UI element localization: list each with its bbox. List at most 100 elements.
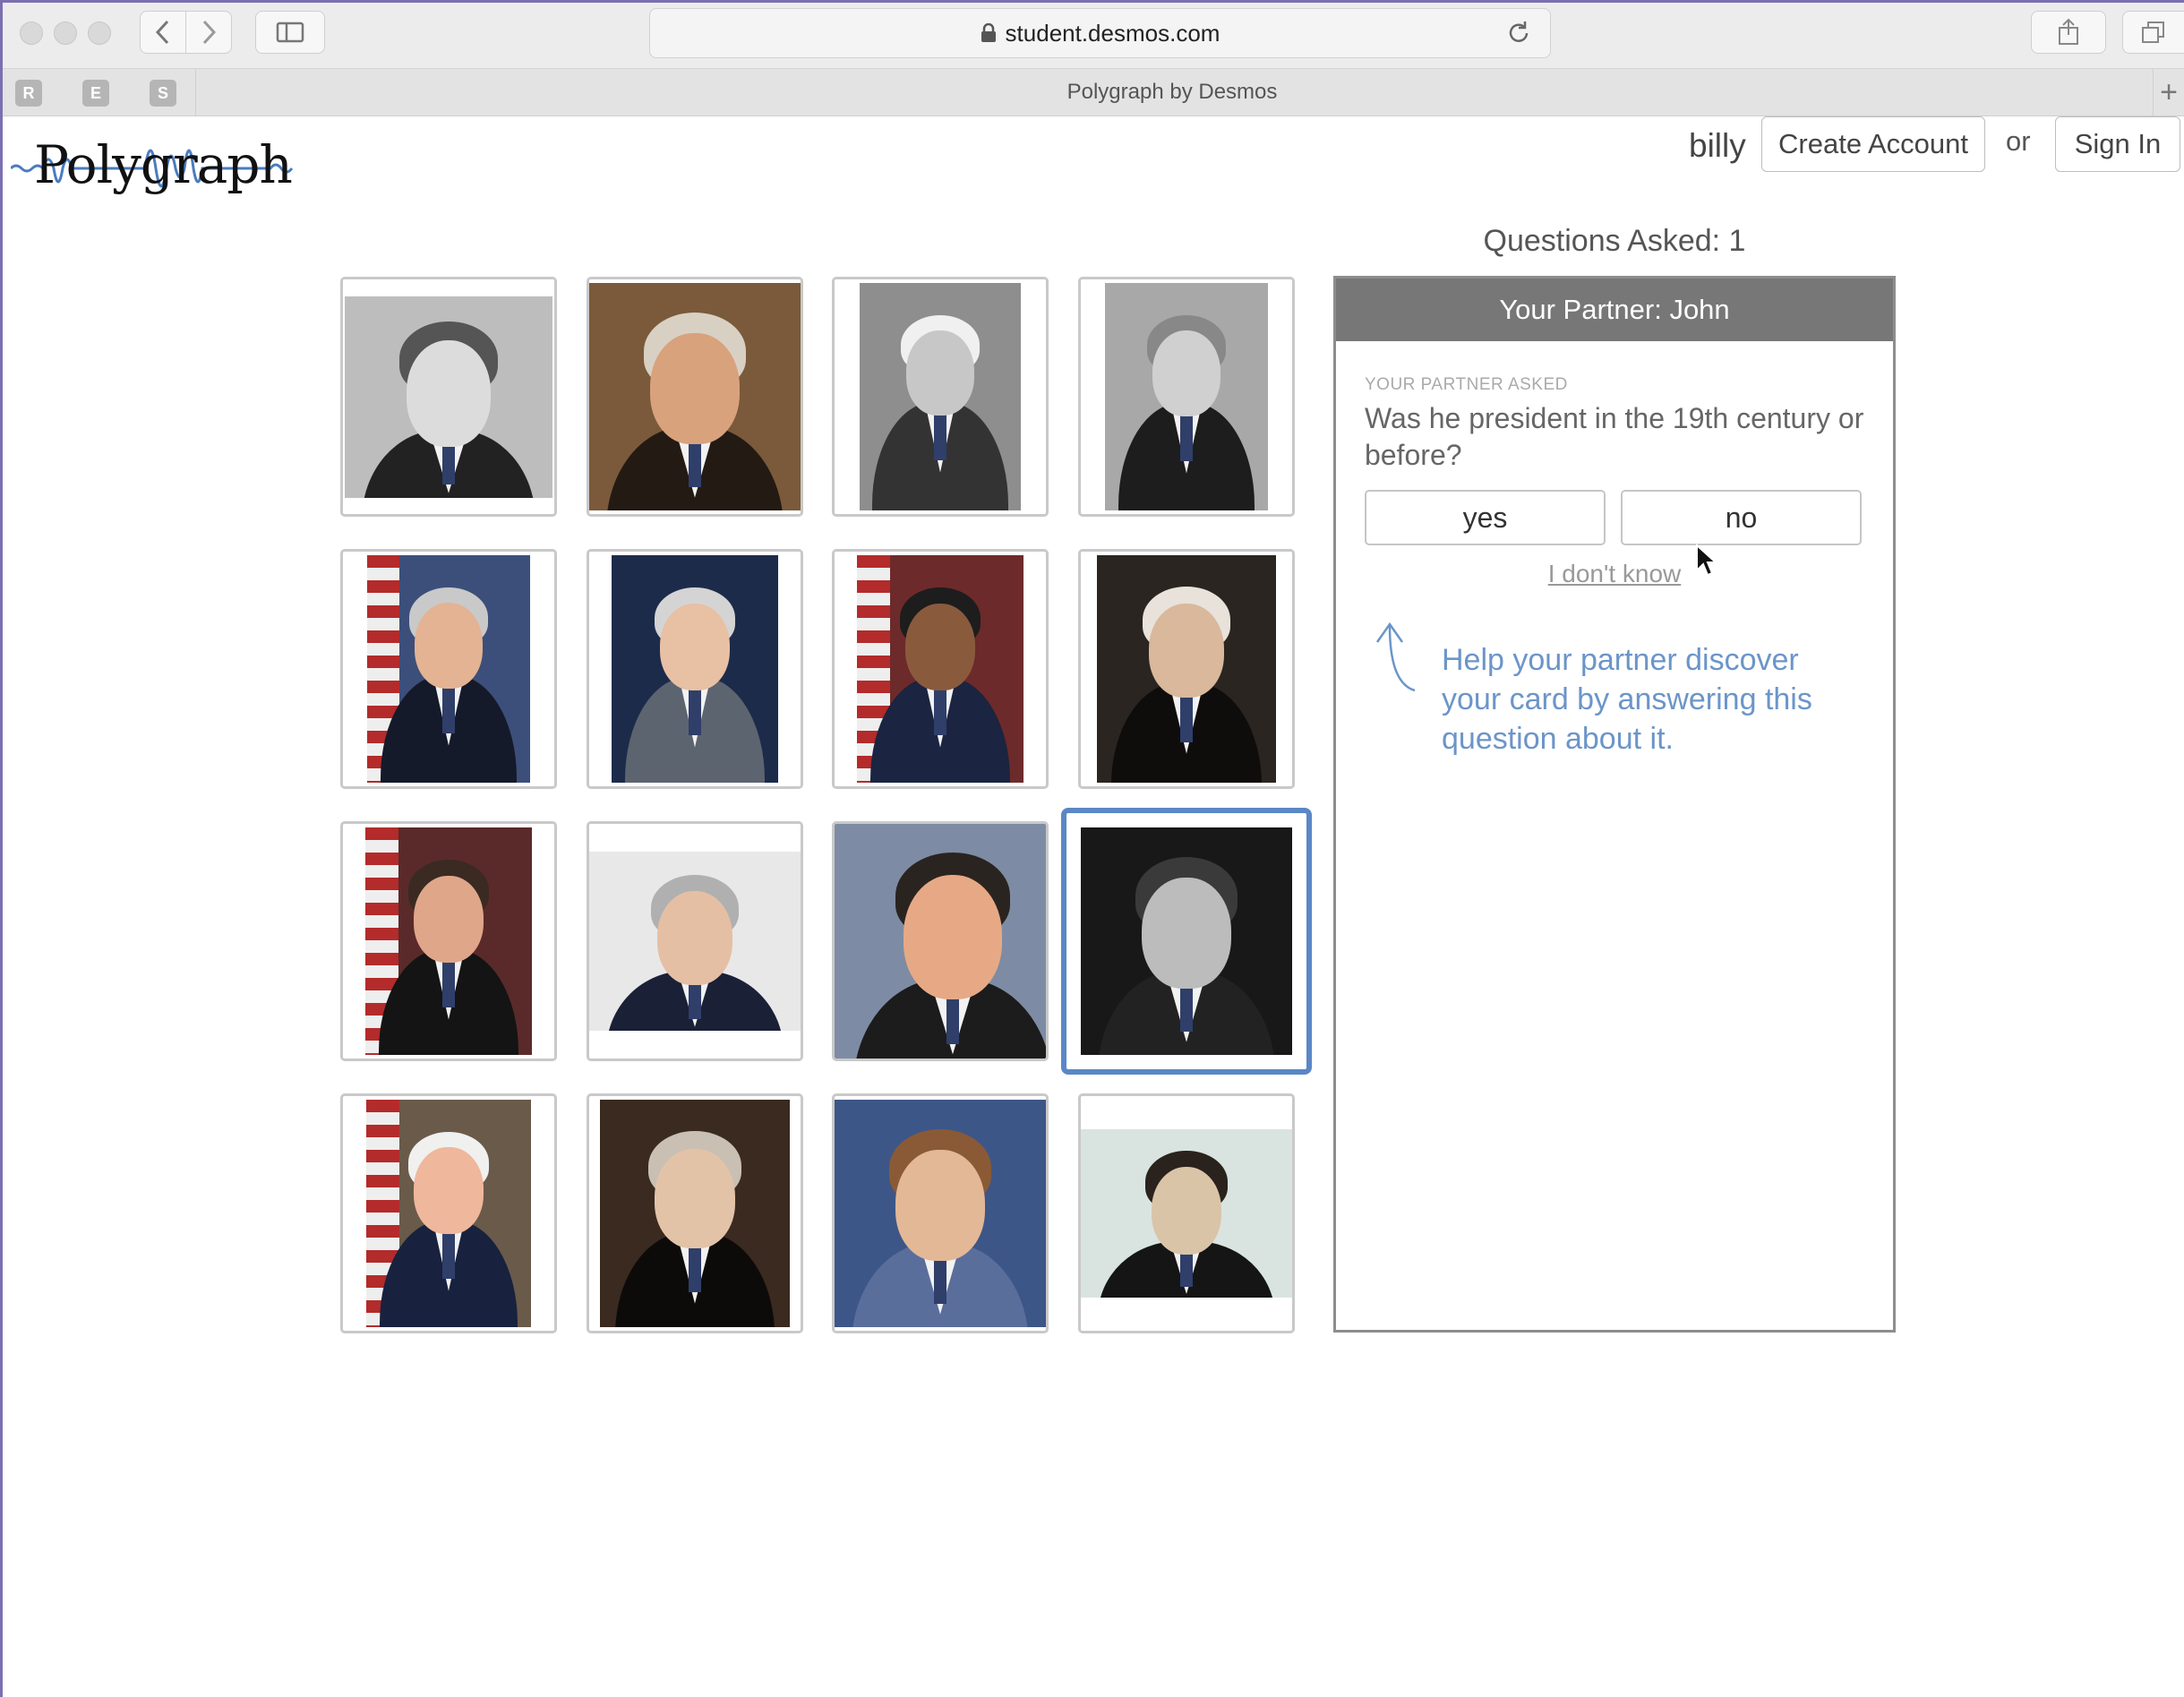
portrait-bw-man-mustache xyxy=(1081,827,1292,1055)
minimize-window-button[interactable] xyxy=(54,21,77,45)
face xyxy=(903,874,1003,999)
lock-icon xyxy=(981,23,996,42)
no-button[interactable]: no xyxy=(1621,490,1862,545)
tie xyxy=(689,980,701,1020)
face xyxy=(1151,1166,1222,1256)
chevron-left-icon xyxy=(155,20,169,45)
card-15[interactable] xyxy=(832,1093,1049,1333)
logo-text: Polygraph xyxy=(34,134,293,195)
card-2[interactable] xyxy=(587,277,803,517)
portrait-man-stamp xyxy=(589,852,801,1031)
arrow-up-icon xyxy=(1375,621,1416,692)
sign-in-button[interactable]: Sign In xyxy=(2055,116,2180,172)
username: billy xyxy=(1689,127,1746,164)
portrait-man-flag-smiling xyxy=(365,827,532,1055)
dont-know-text[interactable]: I don't know xyxy=(1548,560,1682,587)
portrait-man-beard xyxy=(1081,1129,1292,1298)
tie xyxy=(1180,1249,1193,1287)
face xyxy=(414,603,484,689)
card-5[interactable] xyxy=(340,549,557,789)
card-14[interactable] xyxy=(587,1093,803,1333)
help-text: Help your partner discover your card by … xyxy=(1442,643,1812,756)
favorite-r[interactable]: R xyxy=(15,80,42,107)
address-bar[interactable]: student.desmos.com xyxy=(649,8,1551,58)
face xyxy=(650,332,740,444)
card-16[interactable] xyxy=(1078,1093,1295,1333)
face xyxy=(657,891,732,986)
tie xyxy=(442,440,455,484)
partner-question: Was he president in the 19th century or … xyxy=(1365,402,1864,471)
portrait-painted-man-powdered-hair xyxy=(600,1100,790,1327)
close-window-button[interactable] xyxy=(20,21,43,45)
forward-button[interactable] xyxy=(185,11,232,54)
card-1[interactable] xyxy=(340,277,557,517)
card-4[interactable] xyxy=(1078,277,1295,517)
card-3[interactable] xyxy=(832,277,1049,517)
face xyxy=(1152,330,1221,416)
portrait-man-arms-crossed-flags xyxy=(857,555,1023,783)
face xyxy=(655,1148,735,1248)
share-icon xyxy=(2059,18,2078,45)
card-8[interactable] xyxy=(1078,549,1295,789)
partner-title: Your Partner: John xyxy=(1336,279,1893,341)
card-13[interactable] xyxy=(340,1093,557,1333)
tab-title: Polygraph by Desmos xyxy=(1066,80,1278,104)
face xyxy=(659,603,731,691)
face xyxy=(414,1147,484,1235)
face xyxy=(406,340,492,447)
card-7[interactable] xyxy=(832,549,1049,789)
face xyxy=(1142,877,1231,989)
tie xyxy=(1180,411,1193,462)
tabs-overview-button[interactable] xyxy=(2122,11,2184,54)
back-button[interactable] xyxy=(140,11,186,54)
favorite-s[interactable]: S xyxy=(150,80,176,107)
tie xyxy=(1180,981,1193,1032)
face xyxy=(413,875,484,964)
share-button[interactable] xyxy=(2031,11,2106,54)
card-6[interactable] xyxy=(587,549,803,789)
portrait-engraving-man-white-hair xyxy=(860,283,1021,510)
tie xyxy=(946,991,959,1044)
reload-icon[interactable] xyxy=(1505,20,1532,47)
portrait-man-flag-background xyxy=(367,555,530,783)
portrait-bw-man-bowtie xyxy=(345,296,552,498)
sidebar-toggle-button[interactable] xyxy=(255,11,325,54)
questions-asked-count: Questions Asked: 1 xyxy=(1483,224,1746,258)
tie xyxy=(934,1254,946,1304)
tie xyxy=(934,410,946,460)
tie xyxy=(689,1242,701,1293)
or-label: or xyxy=(2006,125,2031,157)
create-account-button[interactable]: Create Account xyxy=(1761,116,1985,172)
chevron-right-icon xyxy=(202,20,217,45)
portrait-painted-man-white-hair xyxy=(589,283,801,510)
portrait-bald-man-suit xyxy=(612,555,778,783)
tie xyxy=(1180,691,1193,742)
card-11[interactable] xyxy=(832,821,1049,1061)
polygraph-logo[interactable]: Polygraph xyxy=(11,125,294,206)
tie xyxy=(442,957,455,1008)
portrait-painted-man-dark-coat xyxy=(1097,555,1276,783)
new-tab-button[interactable]: + xyxy=(2153,69,2184,116)
zoom-window-button[interactable] xyxy=(88,21,111,45)
partner-asked-label: YOUR PARTNER ASKED xyxy=(1365,375,1568,394)
plus-icon: + xyxy=(2160,74,2178,109)
card-9[interactable] xyxy=(340,821,557,1061)
face xyxy=(1149,604,1224,699)
tab-active[interactable]: Polygraph by Desmos xyxy=(196,69,2148,116)
card-10[interactable] xyxy=(587,821,803,1061)
tie xyxy=(442,683,455,734)
favorite-e[interactable]: E xyxy=(82,80,109,107)
sidebar-icon xyxy=(276,21,304,43)
portrait-man-dark-hair xyxy=(835,824,1046,1058)
yes-button[interactable]: yes xyxy=(1365,490,1606,545)
face xyxy=(906,330,974,416)
face xyxy=(904,603,976,691)
mouse-cursor-icon xyxy=(1696,544,1717,577)
tie xyxy=(934,685,946,736)
dont-know-link: I don't know xyxy=(1336,560,1893,588)
face xyxy=(895,1149,985,1261)
card-12[interactable] xyxy=(1061,808,1312,1075)
tie xyxy=(689,685,701,736)
partner-panel: Your Partner: John YOUR PARTNER ASKED Wa… xyxy=(1333,276,1896,1333)
portrait-bw-man-glasses xyxy=(1105,283,1268,510)
